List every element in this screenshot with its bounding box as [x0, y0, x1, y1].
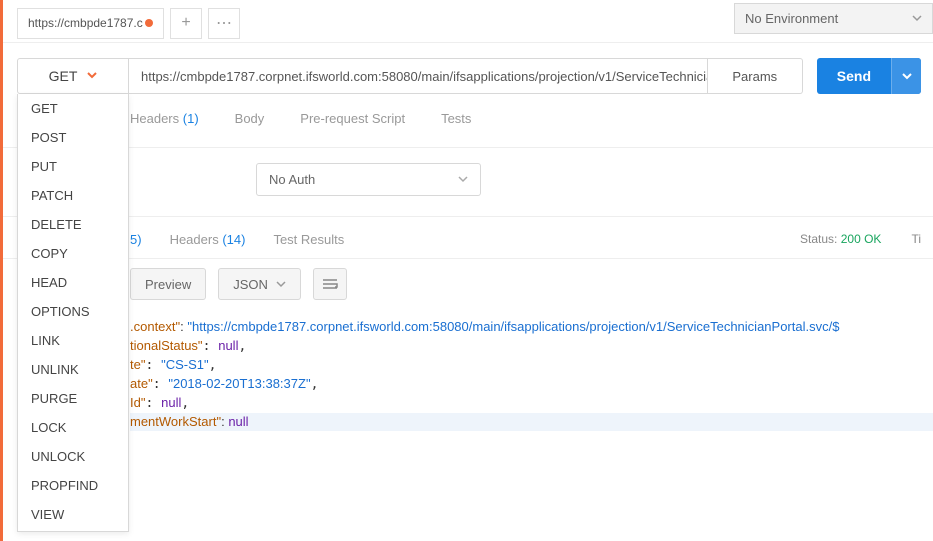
- request-sub-tabs: Headers (1) Body Pre-request Script Test…: [130, 111, 471, 126]
- method-option-options[interactable]: OPTIONS: [18, 297, 128, 326]
- tab-body[interactable]: Body: [235, 111, 265, 126]
- preview-button[interactable]: Preview: [130, 268, 206, 300]
- chevron-down-icon: [87, 69, 97, 83]
- request-tab-strip: https://cmbpde1787.c + ⋯: [17, 3, 240, 43]
- tab-headers[interactable]: Headers (1): [130, 111, 199, 126]
- method-option-purge[interactable]: PURGE: [18, 384, 128, 413]
- auth-type-select[interactable]: No Auth: [256, 163, 481, 196]
- send-button[interactable]: Send: [817, 58, 921, 94]
- unsaved-dot-icon: [145, 19, 153, 27]
- method-option-put[interactable]: PUT: [18, 152, 128, 181]
- method-option-patch[interactable]: PATCH: [18, 181, 128, 210]
- url-input[interactable]: https://cmbpde1787.corpnet.ifsworld.com:…: [129, 58, 708, 94]
- response-body[interactable]: .context": "https://cmbpde1787.corpnet.i…: [130, 318, 933, 432]
- wrap-icon: [322, 278, 338, 290]
- method-option-propfind[interactable]: PROPFIND: [18, 471, 128, 500]
- params-button[interactable]: Params: [708, 58, 803, 94]
- method-option-copy[interactable]: COPY: [18, 239, 128, 268]
- divider: [3, 147, 933, 148]
- new-tab-button[interactable]: +: [170, 8, 202, 39]
- tab-test-results[interactable]: Test Results: [273, 232, 344, 247]
- chevron-down-icon: [276, 279, 286, 289]
- method-label: GET: [49, 68, 78, 84]
- wrap-toggle-button[interactable]: [313, 268, 347, 300]
- request-tab-title: https://cmbpde1787.c: [28, 16, 143, 30]
- response-toolbar: Preview JSON: [130, 268, 347, 300]
- method-option-lock[interactable]: LOCK: [18, 413, 128, 442]
- auth-label: No Auth: [269, 172, 315, 187]
- tab-resp-headers[interactable]: Headers (14): [170, 232, 246, 247]
- request-tab[interactable]: https://cmbpde1787.c: [17, 8, 164, 39]
- tab-prerequest[interactable]: Pre-request Script: [300, 111, 405, 126]
- response-status: Status: 200 OK Ti: [800, 232, 921, 246]
- environment-select[interactable]: No Environment: [734, 3, 933, 34]
- time-label: Ti: [911, 232, 921, 246]
- method-option-delete[interactable]: DELETE: [18, 210, 128, 239]
- window-accent-bar: [0, 0, 3, 541]
- method-option-unlock[interactable]: UNLOCK: [18, 442, 128, 471]
- chevron-down-icon: [912, 11, 922, 26]
- tab-tests[interactable]: Tests: [441, 111, 471, 126]
- method-select-button[interactable]: GET: [17, 58, 129, 94]
- divider: [3, 258, 933, 259]
- method-option-view[interactable]: VIEW: [18, 500, 128, 529]
- status-label: Status:: [800, 232, 837, 246]
- chevron-down-icon: [458, 172, 468, 187]
- method-option-link[interactable]: LINK: [18, 326, 128, 355]
- request-bar: GET https://cmbpde1787.corpnet.ifsworld.…: [17, 58, 921, 94]
- url-text: https://cmbpde1787.corpnet.ifsworld.com:…: [141, 69, 708, 84]
- environment-label: No Environment: [745, 11, 838, 26]
- method-option-head[interactable]: HEAD: [18, 268, 128, 297]
- method-option-unlink[interactable]: UNLINK: [18, 355, 128, 384]
- divider: [3, 42, 933, 43]
- format-select[interactable]: JSON: [218, 268, 301, 300]
- response-sub-tabs: 5) Headers (14) Test Results: [130, 232, 344, 247]
- method-option-get[interactable]: GET: [18, 94, 128, 123]
- send-dropdown-button[interactable]: [891, 58, 921, 94]
- method-dropdown: GET POST PUT PATCH DELETE COPY HEAD OPTI…: [17, 94, 129, 532]
- status-value: 200 OK: [841, 232, 882, 246]
- method-option-post[interactable]: POST: [18, 123, 128, 152]
- tab-cookies-count[interactable]: 5): [130, 232, 142, 247]
- tab-overflow-button[interactable]: ⋯: [208, 8, 240, 39]
- divider: [3, 216, 933, 217]
